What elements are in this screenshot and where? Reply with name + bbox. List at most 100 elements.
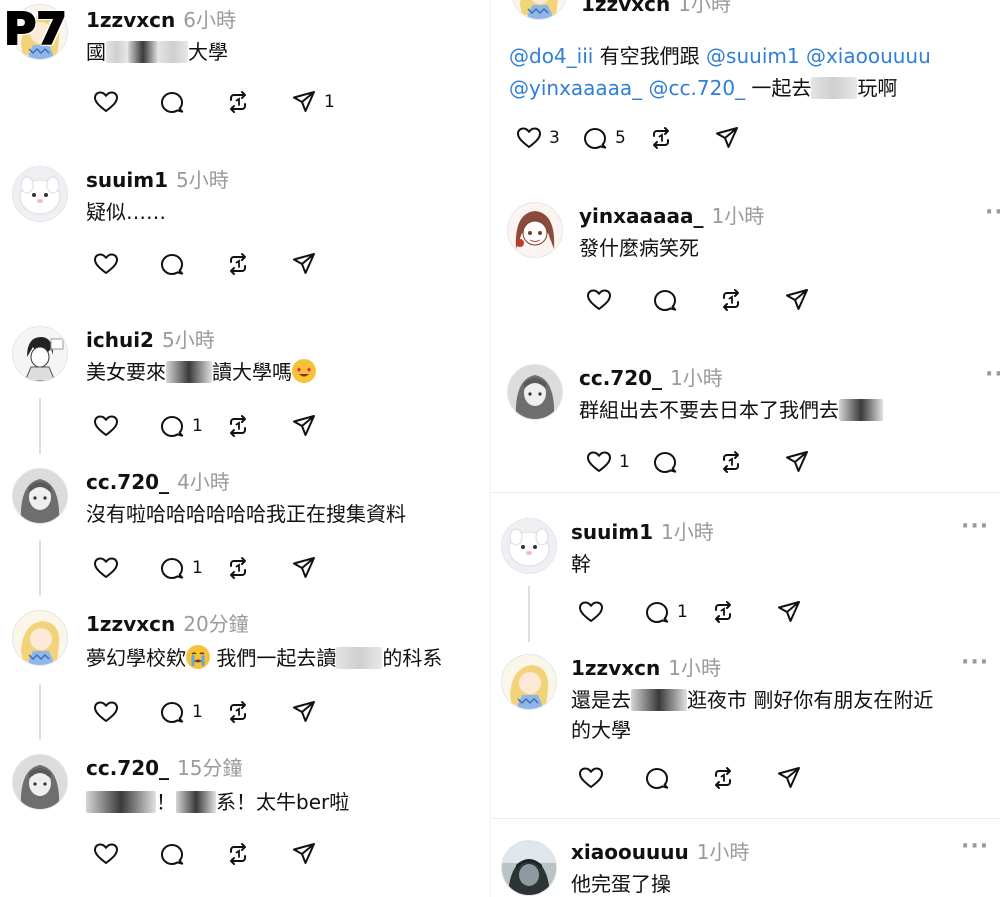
username[interactable]: 1zzvxcn 1小時	[571, 652, 721, 681]
username[interactable]: cc.720_ 1小時	[579, 362, 723, 391]
share-button[interactable]	[769, 598, 803, 626]
comment-button[interactable]	[152, 88, 186, 116]
username[interactable]: 1zzvxcn 6小時	[86, 4, 236, 33]
share-button[interactable]	[284, 698, 318, 726]
avatar[interactable]	[12, 326, 68, 382]
username[interactable]: cc.720_ 4小時	[86, 466, 230, 495]
avatar[interactable]	[501, 840, 557, 896]
mention-line-1: @do4_iii 有空我們跟 @suuim1 @xiaoouuuu	[509, 40, 931, 72]
mention-link[interactable]: @do4_iii	[509, 44, 593, 68]
username[interactable]: suuim1 1小時	[571, 516, 714, 545]
username[interactable]: 1zzvxcn 1小時	[581, 0, 731, 17]
repost-button[interactable]	[703, 598, 737, 626]
repost-icon	[224, 698, 252, 726]
like-button[interactable]	[86, 412, 120, 440]
like-button[interactable]	[579, 286, 613, 314]
username[interactable]: xiaoouuuu 1小時	[571, 836, 749, 865]
username[interactable]: cc.720_ 15分鐘	[86, 752, 243, 781]
repost-button[interactable]	[218, 698, 252, 726]
redacted-text	[839, 399, 883, 421]
comment-button[interactable]	[637, 764, 671, 792]
repost-button[interactable]	[641, 124, 675, 152]
comment-icon	[643, 598, 671, 626]
send-icon	[290, 698, 318, 726]
avatar[interactable]	[507, 364, 563, 420]
like-button[interactable]	[86, 554, 120, 582]
comment-button[interactable]	[152, 250, 186, 278]
avatar[interactable]	[511, 0, 567, 20]
repost-icon	[224, 554, 252, 582]
thread-line	[39, 540, 41, 596]
share-button[interactable]	[284, 554, 318, 582]
avatar[interactable]	[12, 754, 68, 810]
avatar[interactable]	[507, 202, 563, 258]
more-options-icon[interactable]: ··	[985, 200, 1000, 225]
avatar[interactable]	[12, 166, 68, 222]
share-button[interactable]	[284, 412, 318, 440]
like-button[interactable]	[571, 598, 605, 626]
comment-button[interactable]: 1	[152, 698, 203, 726]
repost-button[interactable]	[218, 250, 252, 278]
like-button[interactable]: 3	[509, 124, 560, 152]
avatar[interactable]	[501, 654, 557, 710]
avatar[interactable]	[501, 518, 557, 574]
repost-button[interactable]	[703, 764, 737, 792]
comment-button[interactable]	[152, 840, 186, 868]
username[interactable]: ichui2 5小時	[86, 324, 215, 353]
like-button[interactable]	[86, 88, 120, 116]
username[interactable]: suuim1 5小時	[86, 164, 229, 193]
avatar[interactable]	[12, 468, 68, 524]
timestamp: 6小時	[183, 8, 236, 32]
timestamp: 15分鐘	[177, 756, 243, 780]
mention-link[interactable]: @cc.720_	[649, 76, 746, 100]
timestamp: 1小時	[661, 520, 714, 544]
comment-button[interactable]	[645, 448, 679, 476]
comment-button[interactable]	[645, 286, 679, 314]
repost-button[interactable]	[218, 412, 252, 440]
more-options-icon[interactable]: ··	[985, 362, 1000, 387]
like-button[interactable]: 1	[579, 448, 630, 476]
share-button[interactable]	[769, 764, 803, 792]
thread-line	[39, 684, 41, 740]
redacted-text	[336, 647, 383, 669]
like-button[interactable]	[571, 764, 605, 792]
post-text: 沒有啦哈哈哈哈哈哈我正在搜集資料	[86, 498, 406, 530]
more-options-icon[interactable]: ···	[961, 514, 989, 539]
like-button[interactable]	[86, 250, 120, 278]
more-options-icon[interactable]: ···	[961, 650, 989, 675]
repost-button[interactable]	[711, 448, 745, 476]
repost-button[interactable]	[218, 554, 252, 582]
share-button[interactable]: 1	[284, 88, 335, 116]
share-button[interactable]	[777, 286, 811, 314]
mention-link[interactable]: @xiaoouuuu	[806, 44, 931, 68]
avatar[interactable]	[12, 610, 68, 666]
mention-link[interactable]: @yinxaaaaa_	[509, 76, 642, 100]
more-options-icon[interactable]: ···	[961, 834, 989, 859]
heart-icon	[92, 250, 120, 278]
repost-button[interactable]	[218, 840, 252, 868]
repost-button[interactable]	[218, 88, 252, 116]
send-icon	[775, 764, 803, 792]
username[interactable]: yinxaaaaa_ 1小時	[579, 200, 764, 229]
text-segment: 群組出去不要去日本了我們去	[579, 398, 839, 422]
comment-button[interactable]: 1	[152, 412, 203, 440]
share-button[interactable]	[284, 840, 318, 868]
comment-icon	[643, 764, 671, 792]
send-icon	[775, 598, 803, 626]
comment-button[interactable]: 1	[152, 554, 203, 582]
post-text: 發什麼病笑死	[579, 232, 699, 264]
like-button[interactable]	[86, 840, 120, 868]
comment-button[interactable]: 5	[575, 124, 626, 152]
redacted-text	[128, 41, 158, 63]
mention-link[interactable]: @suuim1	[706, 44, 800, 68]
text-segment: 逛夜市 剛好你有朋友在附近	[687, 688, 934, 712]
redacted-text	[158, 41, 188, 63]
send-icon	[290, 412, 318, 440]
username[interactable]: 1zzvxcn 20分鐘	[86, 608, 249, 637]
comment-button[interactable]: 1	[637, 598, 688, 626]
share-button[interactable]	[707, 124, 741, 152]
like-button[interactable]	[86, 698, 120, 726]
repost-button[interactable]	[711, 286, 745, 314]
share-button[interactable]	[777, 448, 811, 476]
share-button[interactable]	[284, 250, 318, 278]
